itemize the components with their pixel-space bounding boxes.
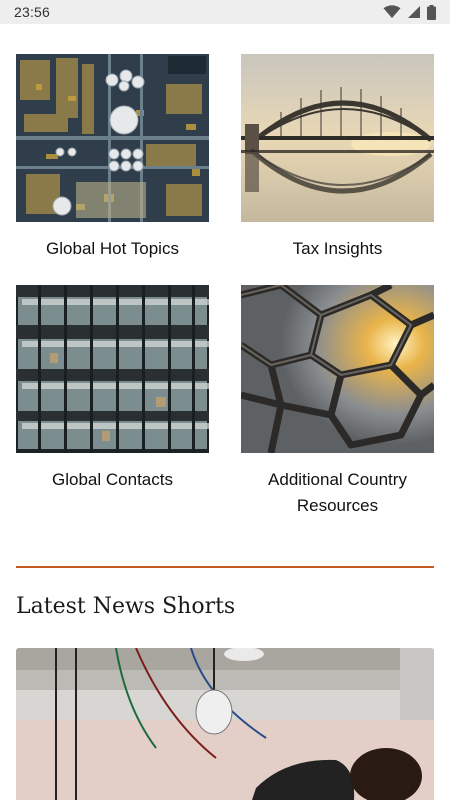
section-title: Latest News Shorts xyxy=(16,594,236,619)
vr-headset-image xyxy=(16,648,434,800)
tile-label: Additional Country Resources xyxy=(268,470,407,515)
wifi-icon xyxy=(383,5,401,18)
tile-tax-insights[interactable]: Tax Insights xyxy=(241,54,434,262)
steel-lattice-image xyxy=(241,285,434,453)
status-time: 23:56 xyxy=(14,4,51,20)
status-bar: 23:56 xyxy=(0,0,450,24)
tile-label: Global Contacts xyxy=(52,470,173,489)
news-lead-image[interactable] xyxy=(16,648,434,800)
section-divider xyxy=(16,566,434,568)
office-building-image xyxy=(16,285,209,453)
tile-global-contacts[interactable]: Global Contacts xyxy=(16,285,209,493)
signal-icon xyxy=(408,6,420,18)
tile-label: Tax Insights xyxy=(292,239,383,258)
tile-label: Global Hot Topics xyxy=(46,239,179,258)
tile-global-hot-topics[interactable]: Global Hot Topics xyxy=(16,54,209,262)
industrial-plant-image xyxy=(16,54,209,222)
status-icons xyxy=(383,4,436,20)
tile-additional-country-resources[interactable]: Additional Country Resources xyxy=(241,285,434,519)
bridge-image xyxy=(241,54,434,222)
battery-icon xyxy=(427,4,436,20)
